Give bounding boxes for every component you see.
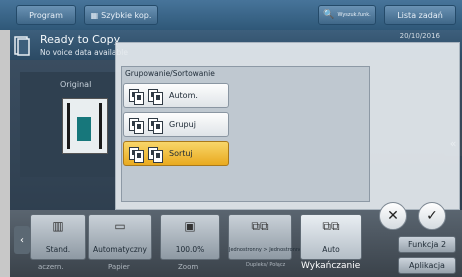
quick-copy-button[interactable]: ▦ Szybkie kop. (84, 5, 158, 25)
document-icon (14, 36, 30, 56)
option-sort-label: Sortuj (169, 149, 193, 158)
option-auto-label: Autom. (169, 91, 198, 100)
tool-zoom-label: 100.0% (175, 245, 205, 254)
close-icon: ✕ (387, 208, 399, 224)
cancel-button[interactable]: ✕ (379, 202, 407, 230)
tool-duplex[interactable]: ⧉⧉ Jednostronny > Jednostronne (228, 214, 303, 260)
application-button[interactable]: Aplikacja (398, 257, 456, 274)
chevron-left-icon: ‹ (20, 234, 24, 246)
date-display: 20/10/2016 (399, 32, 440, 40)
option-auto-button[interactable]: Autom. (123, 83, 229, 108)
image-block (77, 117, 91, 141)
category-color: aczern. (38, 263, 64, 271)
ok-button[interactable]: ✓ (418, 202, 446, 230)
top-bar: Program ▦ Szybkie kop. 🔍 Wyszuk.funk. Li… (0, 0, 462, 30)
status-title: Ready to Copy (40, 33, 121, 46)
option-group-label: Grupuj (169, 120, 196, 129)
search-function-button[interactable]: 🔍 Wyszuk.funk. (318, 5, 376, 25)
dialog-title: Grupowanie/Sortowanie (125, 69, 215, 78)
category-duplex: Dupleks/ Połącz (246, 262, 286, 268)
original-preview (62, 98, 108, 154)
category-paper: Papier (108, 263, 130, 271)
tool-zoom[interactable]: ▣ 100.0% (160, 214, 220, 260)
tool-paper[interactable]: ▭ Automatyczny (88, 214, 152, 260)
search-function-label: Wyszuk.funk. (337, 12, 371, 18)
tool-finishing-label: Auto (322, 245, 340, 254)
search-icon: 🔍 (323, 10, 335, 20)
job-list-button[interactable]: Lista zadań (384, 5, 456, 25)
job-list-label: Lista zadań (397, 10, 443, 20)
finishing-icon: ⧉⧉ (322, 219, 340, 233)
function-2-button[interactable]: Funkcja 2 (398, 236, 456, 253)
zoom-icon: ▣ (184, 219, 196, 233)
tool-color[interactable]: ▥ Stand. (30, 214, 86, 260)
tool-duplex-label: Jednostronny > Jednostronne (229, 247, 303, 253)
program-button[interactable]: Program (16, 5, 76, 25)
check-icon: ✓ (426, 208, 438, 224)
left-edge (0, 30, 10, 277)
category-zoom: Zoom (178, 263, 199, 271)
toolbar-scroll-left[interactable]: ‹ (14, 226, 30, 254)
original-label: Original (60, 80, 92, 89)
program-label: Program (29, 10, 63, 20)
tool-finishing[interactable]: ⧉⧉ Auto (300, 214, 362, 260)
option-group-button[interactable]: Grupuj (123, 112, 229, 137)
tool-color-label: Stand. (45, 245, 71, 254)
quick-copy-label: Szybkie kop. (101, 10, 152, 20)
copy-icon: ▦ (90, 10, 99, 20)
category-finishing: Wykańczanie (301, 261, 361, 271)
tool-paper-label: Automatyczny (93, 245, 147, 254)
duplex-icon: ⧉⧉ (251, 219, 269, 233)
color-icon: ▥ (52, 219, 64, 233)
function-2-label: Funkcja 2 (407, 240, 447, 249)
application-label: Aplikacja (409, 261, 445, 270)
option-sort-button[interactable]: Sortuj (123, 141, 229, 166)
paper-icon: ▭ (114, 219, 126, 233)
